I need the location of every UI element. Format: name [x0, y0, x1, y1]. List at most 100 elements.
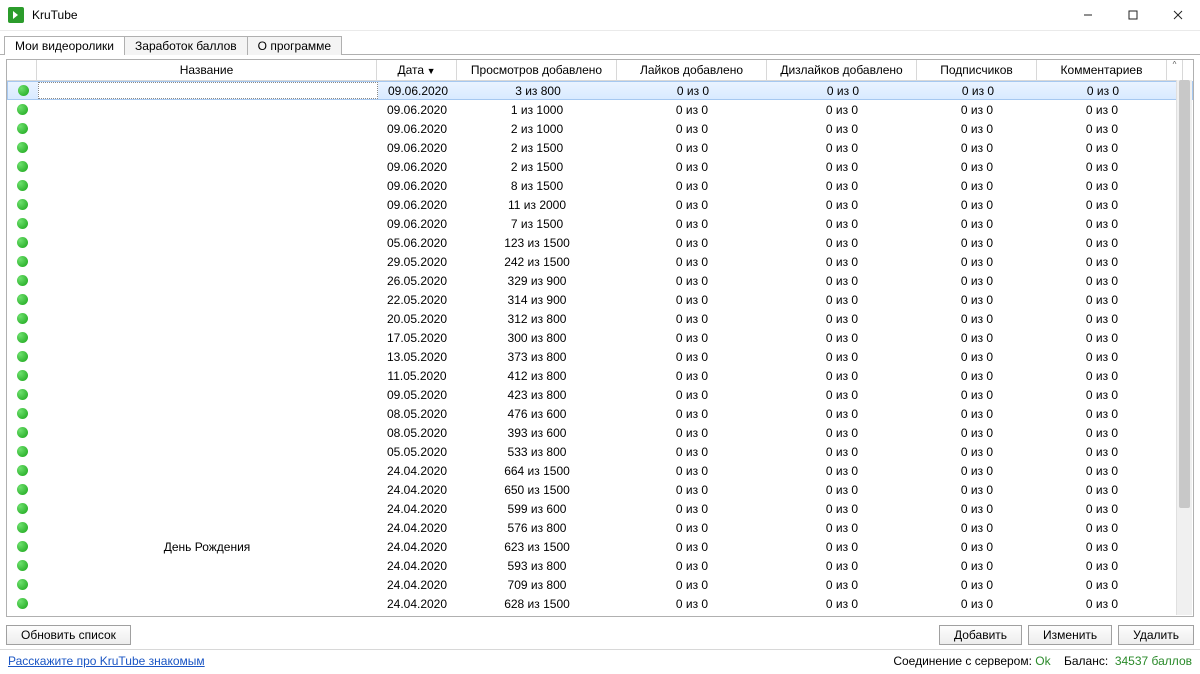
balance-label: Баланс: — [1064, 654, 1108, 668]
delete-button[interactable]: Удалить — [1118, 625, 1194, 645]
table-row[interactable]: 09.06.20203 из 8000 из 00 из 00 из 00 из… — [7, 81, 1193, 100]
table-row[interactable]: 09.06.20201 из 10000 из 00 из 00 из 00 и… — [7, 100, 1193, 119]
table-row[interactable]: 24.04.2020628 из 15000 из 00 из 00 из 00… — [7, 594, 1193, 613]
cell-views: 7 из 1500 — [457, 217, 617, 231]
table-row[interactable]: 24.04.2020664 из 15000 из 00 из 00 из 00… — [7, 461, 1193, 480]
status-cell — [7, 522, 37, 533]
cell-likes: 0 из 0 — [617, 388, 767, 402]
col-date[interactable]: Дата — [377, 60, 457, 81]
table-row[interactable]: 08.05.2020393 из 6000 из 00 из 00 из 00 … — [7, 423, 1193, 442]
cell-views: 709 из 800 — [457, 578, 617, 592]
cell-subs: 0 из 0 — [917, 198, 1037, 212]
videos-table: Название Дата Просмотров добавлено Лайко… — [6, 59, 1194, 617]
cell-comments: 0 из 0 — [1037, 597, 1167, 611]
table-row[interactable]: 22.05.2020314 из 9000 из 00 из 00 из 00 … — [7, 290, 1193, 309]
col-comments[interactable]: Комментариев — [1037, 60, 1167, 81]
promo-link[interactable]: Расскажите про KruTube знакомым — [8, 654, 205, 668]
col-subs[interactable]: Подписчиков — [917, 60, 1037, 81]
status-dot-icon — [17, 161, 28, 172]
col-views[interactable]: Просмотров добавлено — [457, 60, 617, 81]
cell-likes: 0 из 0 — [617, 236, 767, 250]
table-row[interactable]: 24.04.2020576 из 8000 из 00 из 00 из 00 … — [7, 518, 1193, 537]
col-status[interactable] — [7, 60, 37, 81]
table-row[interactable]: День Рождения24.04.2020623 из 15000 из 0… — [7, 537, 1193, 556]
status-cell — [7, 351, 37, 362]
refresh-button[interactable]: Обновить список — [6, 625, 131, 645]
table-row[interactable]: 09.05.2020423 из 8000 из 00 из 00 из 00 … — [7, 385, 1193, 404]
cell-date: 22.05.2020 — [377, 293, 457, 307]
scrollbar-thumb[interactable] — [1179, 80, 1190, 508]
table-row[interactable]: 09.06.202011 из 20000 из 00 из 00 из 00 … — [7, 195, 1193, 214]
cell-subs: 0 из 0 — [917, 274, 1037, 288]
table-row[interactable]: 05.06.2020123 из 15000 из 00 из 00 из 00… — [7, 233, 1193, 252]
add-button[interactable]: Добавить — [939, 625, 1022, 645]
table-row[interactable]: 24.04.2020599 из 6000 из 00 из 00 из 00 … — [7, 499, 1193, 518]
cell-views: 650 из 1500 — [457, 483, 617, 497]
table-row[interactable]: 13.05.2020373 из 8000 из 00 из 00 из 00 … — [7, 347, 1193, 366]
cell-dislikes: 0 из 0 — [767, 426, 917, 440]
col-dislikes[interactable]: Дизлайков добавлено — [767, 60, 917, 81]
cell-dislikes: 0 из 0 — [767, 217, 917, 231]
cell-dislikes: 0 из 0 — [767, 597, 917, 611]
status-dot-icon — [17, 389, 28, 400]
cell-comments: 0 из 0 — [1037, 559, 1167, 573]
table-row[interactable]: 08.05.2020476 из 6000 из 00 из 00 из 00 … — [7, 404, 1193, 423]
status-cell — [7, 598, 37, 609]
cell-dislikes: 0 из 0 — [767, 502, 917, 516]
col-name[interactable]: Название — [37, 60, 377, 81]
cell-likes: 0 из 0 — [617, 445, 767, 459]
cell-comments: 0 из 0 — [1037, 388, 1167, 402]
cell-dislikes: 0 из 0 — [767, 559, 917, 573]
table-row[interactable]: 11.05.2020412 из 8000 из 00 из 00 из 00 … — [7, 366, 1193, 385]
status-cell — [7, 408, 37, 419]
table-row[interactable]: 09.06.20207 из 15000 из 00 из 00 из 00 и… — [7, 214, 1193, 233]
table-row[interactable]: 09.06.20208 из 15000 из 00 из 00 из 00 и… — [7, 176, 1193, 195]
status-cell — [7, 579, 37, 590]
vertical-scrollbar[interactable] — [1176, 80, 1192, 615]
cell-views: 533 из 800 — [457, 445, 617, 459]
minimize-button[interactable] — [1065, 0, 1110, 30]
cell-views: 393 из 600 — [457, 426, 617, 440]
cell-views: 329 из 900 — [457, 274, 617, 288]
cell-dislikes: 0 из 0 — [767, 407, 917, 421]
cell-dislikes: 0 из 0 — [768, 84, 918, 98]
table-row[interactable]: 09.06.20202 из 10000 из 00 из 00 из 00 и… — [7, 119, 1193, 138]
table-row[interactable]: 24.04.2020709 из 8000 из 00 из 00 из 00 … — [7, 575, 1193, 594]
table-row[interactable]: 24.04.2020593 из 8000 из 00 из 00 из 00 … — [7, 556, 1193, 575]
table-row[interactable]: 26.05.2020329 из 9000 из 00 из 00 из 00 … — [7, 271, 1193, 290]
table-row[interactable]: 24.04.2020650 из 15000 из 00 из 00 из 00… — [7, 480, 1193, 499]
table-row[interactable]: 29.05.2020242 из 15000 из 00 из 00 из 00… — [7, 252, 1193, 271]
table-row[interactable]: 20.05.2020312 из 8000 из 00 из 00 из 00 … — [7, 309, 1193, 328]
status-dot-icon — [17, 598, 28, 609]
cell-comments: 0 из 0 — [1037, 578, 1167, 592]
table-row[interactable]: 05.05.2020533 из 8000 из 00 из 00 из 00 … — [7, 442, 1193, 461]
cell-likes: 0 из 0 — [617, 521, 767, 535]
status-cell — [7, 275, 37, 286]
status-dot-icon — [17, 560, 28, 571]
tab-my-videos[interactable]: Мои видеоролики — [4, 36, 125, 55]
col-likes[interactable]: Лайков добавлено — [617, 60, 767, 81]
status-dot-icon — [17, 484, 28, 495]
status-dot-icon — [17, 199, 28, 210]
cell-dislikes: 0 из 0 — [767, 521, 917, 535]
tab-earn-points[interactable]: Заработок баллов — [124, 36, 248, 55]
cell-name: День Рождения — [37, 540, 377, 554]
status-cell — [7, 218, 37, 229]
maximize-button[interactable] — [1110, 0, 1155, 30]
cell-date: 20.05.2020 — [377, 312, 457, 326]
table-row[interactable]: 09.06.20202 из 15000 из 00 из 00 из 00 и… — [7, 157, 1193, 176]
status-cell — [7, 199, 37, 210]
status-cell — [7, 446, 37, 457]
cell-dislikes: 0 из 0 — [767, 483, 917, 497]
cell-dislikes: 0 из 0 — [767, 312, 917, 326]
tab-about[interactable]: О программе — [247, 36, 342, 55]
window-title: KruTube — [32, 8, 78, 22]
button-bar: Обновить список Добавить Изменить Удалит… — [0, 621, 1200, 649]
cell-date: 09.05.2020 — [377, 388, 457, 402]
table-row[interactable]: 09.06.20202 из 15000 из 00 из 00 из 00 и… — [7, 138, 1193, 157]
cell-likes: 0 из 0 — [617, 350, 767, 364]
cell-comments: 0 из 0 — [1037, 141, 1167, 155]
table-row[interactable]: 17.05.2020300 из 8000 из 00 из 00 из 00 … — [7, 328, 1193, 347]
edit-button[interactable]: Изменить — [1028, 625, 1112, 645]
close-button[interactable] — [1155, 0, 1200, 30]
